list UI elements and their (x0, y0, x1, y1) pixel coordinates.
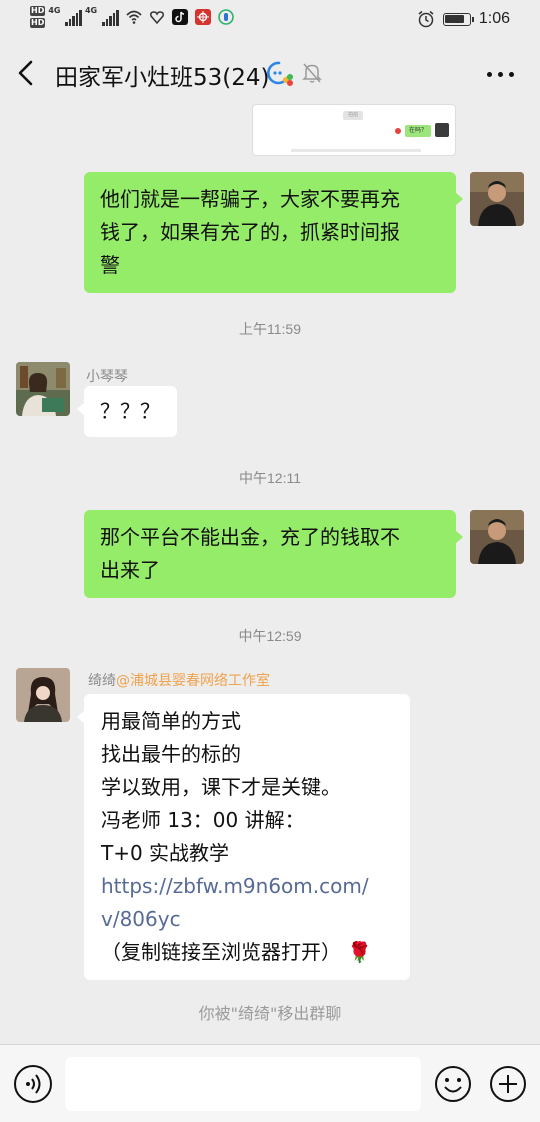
sender-avatar-xiaoqinqin[interactable] (16, 362, 70, 416)
alarm-icon (418, 10, 434, 28)
incoming-message-bubble[interactable]: ？？？ (77, 386, 177, 437)
status-time: 1:06 (478, 10, 510, 27)
image-preview-caption (291, 149, 421, 152)
message-line: 钱了，如果有充了的，抓紧时间报 (100, 220, 400, 244)
message-line: ？？？ (100, 399, 160, 423)
message-link[interactable]: v/806yc (101, 903, 393, 936)
image-preview-avatar (435, 123, 449, 137)
status-left: HD HD 4G 4G (30, 6, 234, 28)
mute-bell-icon (302, 63, 322, 83)
more-options-icon[interactable] (487, 72, 514, 77)
status-bar: HD HD 4G 4G 1:06 (0, 0, 540, 40)
image-preview-error-dot (395, 128, 401, 134)
outgoing-message-bubble[interactable]: 他们就是一帮骗子，大家不要再充 钱了，如果有充了的，抓紧时间报 警 (84, 172, 463, 293)
sender-name-line: 绮绮@浦城县婴春网络工作室 (88, 670, 270, 690)
more-functions-button[interactable] (489, 1065, 527, 1103)
group-chat-badge-icon (267, 61, 293, 86)
message-timestamp: 上午11:59 (239, 321, 301, 337)
heart-icon (149, 11, 164, 25)
system-notice: 你被"绮绮"移出群聊 (198, 1004, 342, 1023)
sender-name: 小琴琴 (86, 369, 128, 385)
voice-input-button[interactable] (14, 1065, 52, 1103)
message-input[interactable] (65, 1057, 421, 1111)
hd-label-1: HD (30, 6, 46, 16)
hd-indicator: HD HD (30, 6, 46, 28)
battery-fill (445, 15, 464, 23)
message-line: 学以致用，课下才是关键。 (101, 775, 341, 799)
emoji-icon (435, 1066, 471, 1102)
chat-title: 田家军小灶班53(24) (55, 65, 270, 91)
image-message[interactable]: 拍拍 在吗？ (252, 104, 456, 156)
security-app-icon (217, 9, 234, 25)
message-closing-line: （复制链接至浏览器打开） 🌹 (101, 936, 393, 969)
message-line: 出来了 (100, 558, 160, 582)
my-avatar[interactable] (470, 510, 524, 564)
message-line: 冯老师 13：00 讲解： (101, 808, 305, 832)
app-icon (194, 9, 211, 25)
back-arrow-icon[interactable] (14, 58, 40, 88)
message-line: 用最简单的方式 (101, 709, 241, 733)
message-timestamp: 中午12:59 (238, 628, 302, 644)
outgoing-message-bubble[interactable]: 那个平台不能出金，充了的钱取不 出来了 (84, 510, 463, 598)
input-bar (0, 1044, 540, 1122)
signal-icon-2 (102, 8, 119, 26)
emoji-button[interactable] (434, 1065, 472, 1103)
chat-header: 田家军小灶班53(24) (0, 48, 540, 100)
battery-icon (442, 12, 474, 26)
message-line: 那个平台不能出金，充了的钱取不 (100, 525, 400, 549)
rose-emoji-icon: 🌹 (347, 940, 373, 964)
sender-organization[interactable]: @浦城县婴春网络工作室 (116, 673, 270, 689)
voice-icon (26, 1074, 41, 1094)
plus-icon (490, 1066, 526, 1102)
status-right: 1:06 (417, 10, 510, 28)
message-line: 警 (100, 253, 120, 277)
hd-label-2: HD (30, 18, 46, 28)
image-preview-bubble: 在吗？ (405, 125, 431, 137)
closing-text: （复制链接至浏览器打开） (101, 940, 341, 964)
message-link[interactable]: https://zbfw.m9n6om.com/ (101, 870, 393, 903)
message-line: T+0 实战教学 (101, 841, 230, 865)
network-label-2: 4G (84, 6, 98, 15)
message-line: 他们就是一帮骗子，大家不要再充 (100, 187, 400, 211)
message-list[interactable]: 拍拍 在吗？ 他们就是一帮骗子，大家不要再充 钱了，如果有充了的，抓紧时间报 警… (0, 100, 540, 1044)
wifi-icon (126, 10, 142, 24)
sender-avatar-qiqi[interactable] (16, 668, 70, 722)
my-avatar[interactable] (470, 172, 524, 226)
incoming-promo-message-bubble[interactable]: 用最简单的方式 找出最牛的标的 学以致用，课下才是关键。 冯老师 13：00 讲… (77, 694, 410, 980)
tiktok-icon (171, 9, 188, 25)
message-timestamp: 中午12:11 (239, 470, 301, 486)
network-label-1: 4G (48, 6, 61, 15)
message-line: 找出最牛的标的 (101, 742, 241, 766)
signal-icon (65, 8, 82, 26)
sender-name: 绮绮 (88, 673, 116, 689)
image-preview-pill: 拍拍 (343, 111, 363, 120)
